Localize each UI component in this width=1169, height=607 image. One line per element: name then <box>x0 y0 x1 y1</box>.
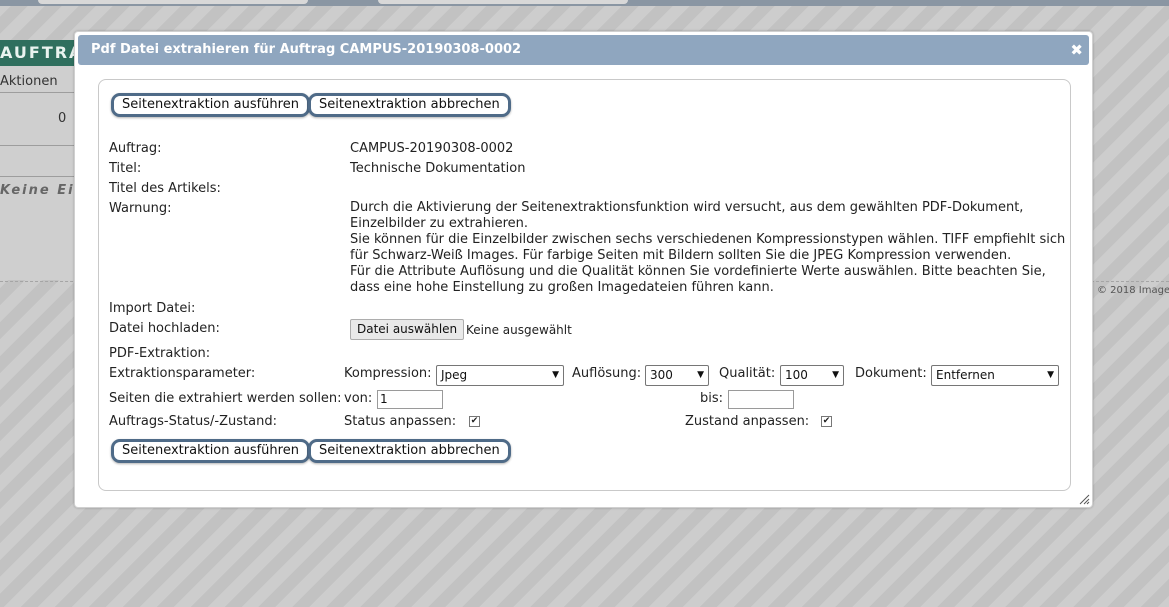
chevron-down-icon: ▼ <box>1047 370 1054 380</box>
background-column-header: Aktionen <box>0 74 58 89</box>
upload-label: Datei hochladen: <box>109 321 220 336</box>
checkmark-icon: ✔ <box>822 416 831 426</box>
aufloesung-value: 300 <box>650 368 673 382</box>
import-label: Import Datei: <box>109 301 196 316</box>
extract-pdf-dialog: Pdf Datei extrahieren für Auftrag CAMPUS… <box>74 31 1093 508</box>
bis-label: bis: <box>700 391 724 406</box>
dialog-title: Pdf Datei extrahieren für Auftrag CAMPUS… <box>91 42 522 57</box>
warnung-line: Durch die Aktivierung der Seitenextrakti… <box>350 200 1024 215</box>
warnung-line: dass eine hohe Einstellung zu großen Ima… <box>350 280 774 295</box>
warnung-line: Sie können für die Einzelbilder zwischen… <box>350 232 1066 247</box>
artikel-label: Titel des Artikels: <box>109 181 221 196</box>
dokument-select[interactable]: Entfernen ▼ <box>931 365 1059 386</box>
qualitaet-value: 100 <box>785 368 808 382</box>
auftrag-value: CAMPUS-20190308-0002 <box>350 141 514 156</box>
warnung-text: Durch die Aktivierung der Seitenextrakti… <box>350 200 1065 296</box>
von-input[interactable]: 1 <box>377 390 443 409</box>
file-status: Keine ausgewählt <box>466 323 572 337</box>
background-count: 0 <box>58 111 67 126</box>
background-tab <box>38 0 308 4</box>
choose-file-button[interactable]: Datei auswählen <box>350 319 465 340</box>
chevron-down-icon: ▼ <box>832 370 839 380</box>
von-label: von: <box>344 391 373 406</box>
divider <box>0 92 76 93</box>
titel-value: Technische Dokumentation <box>350 161 526 176</box>
bis-input[interactable] <box>728 390 794 409</box>
warnung-line: für Schwarz-Weiß Images. Für farbige Sei… <box>350 248 1012 263</box>
auftrag-label: Auftrag: <box>109 141 162 156</box>
cancel-extraction-button-bottom[interactable]: Seitenextraktion abbrechen <box>308 439 511 463</box>
background-tab <box>378 0 628 4</box>
kompression-value: Jpeg <box>441 368 468 382</box>
status-label: Status anpassen: <box>344 414 457 429</box>
pages-label: Seiten die extrahiert werden sollen: <box>109 391 342 406</box>
aufloesung-label: Auflösung: <box>572 366 642 381</box>
dokument-value: Entfernen <box>936 368 995 382</box>
aufloesung-select[interactable]: 300 ▼ <box>645 365 709 386</box>
dialog-titlebar[interactable]: Pdf Datei extrahieren für Auftrag CAMPUS… <box>78 35 1089 65</box>
divider <box>0 145 76 146</box>
pdf-extraction-label: PDF-Extraktion: <box>109 346 211 361</box>
warnung-line: Einzelbilder zu extrahieren. <box>350 216 529 231</box>
params-label: Extraktionsparameter: <box>109 366 256 381</box>
dialog-content: Seitenextraktion ausführen Seitenextrakt… <box>98 79 1071 491</box>
divider <box>0 176 76 177</box>
warnung-line: Für die Attribute Auflösung und die Qual… <box>350 264 1046 279</box>
warnung-label: Warnung: <box>109 201 172 216</box>
copyright-text: © 2018 Image <box>1097 285 1169 296</box>
zustand-checkbox[interactable]: ✔ <box>821 416 832 427</box>
run-extraction-button-top[interactable]: Seitenextraktion ausführen <box>111 93 310 117</box>
chevron-down-icon: ▼ <box>552 370 559 380</box>
background-top-bar <box>0 0 1169 6</box>
kompression-select[interactable]: Jpeg ▼ <box>436 365 564 386</box>
checkmark-icon: ✔ <box>470 416 479 426</box>
kompression-label: Kompression: <box>344 366 432 381</box>
zustand-label: Zustand anpassen: <box>685 414 810 429</box>
cancel-extraction-button-top[interactable]: Seitenextraktion abbrechen <box>308 93 511 117</box>
background-heading: AUFTRA <box>0 40 76 66</box>
chevron-down-icon: ▼ <box>697 370 704 380</box>
titel-label: Titel: <box>109 161 142 176</box>
resize-handle-icon[interactable] <box>1078 493 1090 505</box>
status-checkbox[interactable]: ✔ <box>469 416 480 427</box>
background-empty-text: Keine Ei <box>0 183 75 198</box>
qualitaet-select[interactable]: 100 ▼ <box>780 365 844 386</box>
status-row-label: Auftrags-Status/-Zustand: <box>109 414 277 429</box>
close-icon[interactable]: ✖ <box>1070 35 1083 65</box>
run-extraction-button-bottom[interactable]: Seitenextraktion ausführen <box>111 439 310 463</box>
dokument-label: Dokument: <box>855 366 927 381</box>
qualitaet-label: Qualität: <box>719 366 776 381</box>
